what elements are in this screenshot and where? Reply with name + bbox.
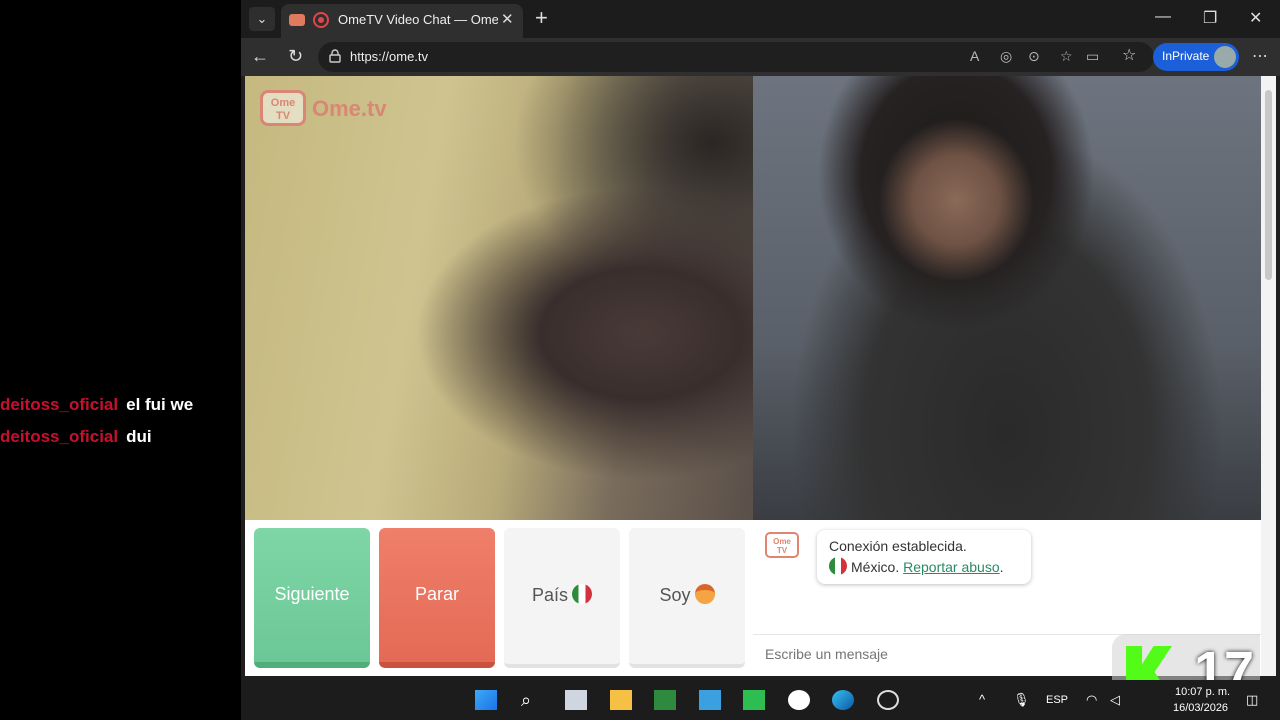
- file-explorer-icon[interactable]: [610, 690, 632, 710]
- gender-button[interactable]: Soy: [629, 528, 745, 668]
- back-button[interactable]: ←: [251, 46, 269, 66]
- photos-icon[interactable]: [699, 690, 721, 710]
- ometv-page: Ome TV Ome.tv Siguiente Parar País Soy O…: [245, 76, 1276, 676]
- new-tab-button[interactable]: +: [535, 6, 548, 30]
- next-button-label: Siguiente: [274, 584, 350, 604]
- inprivate-label: InPrivate: [1162, 49, 1210, 63]
- notepad-plus-icon[interactable]: [654, 690, 676, 710]
- chrome-icon[interactable]: [877, 690, 899, 710]
- ometv-chat-logo-icon: Ome TV: [765, 532, 799, 558]
- local-video: [753, 76, 1261, 520]
- favorite-star-icon[interactable]: ☆: [1060, 48, 1073, 65]
- edge-icon[interactable]: [832, 690, 854, 710]
- chat-username: deitoss_oficial: [0, 427, 119, 446]
- translate-icon[interactable]: A: [970, 48, 979, 64]
- tab-actions-button[interactable]: ⌄: [249, 7, 275, 31]
- language-indicator[interactable]: ESP: [1046, 694, 1068, 706]
- report-abuse-link[interactable]: Reportar abuso: [903, 559, 1000, 575]
- notifications-icon[interactable]: ◫: [1246, 692, 1258, 708]
- chat-username: deitoss_oficial: [0, 395, 119, 414]
- extensions-icon[interactable]: ⊙: [1028, 48, 1040, 65]
- stream-chat-line: deitoss_oficial dui: [0, 427, 152, 447]
- stream-chat-overlay: deitoss_oficial el fui we deitoss_oficial…: [0, 0, 241, 720]
- clock-time[interactable]: 10:07 p. m.: [1175, 686, 1230, 698]
- inprivate-button[interactable]: InPrivate: [1153, 43, 1239, 71]
- game-app-icon[interactable]: [743, 690, 765, 710]
- partner-country: México.: [851, 559, 900, 575]
- country-button-label: País: [531, 585, 569, 605]
- address-bar[interactable]: https://ome.tv A ◎ ⊙ ☆ ▭: [318, 42, 1154, 72]
- search-icon[interactable]: ⌕: [521, 690, 543, 710]
- refresh-button[interactable]: ↻: [288, 46, 303, 66]
- tracking-prevention-icon[interactable]: ◎: [1000, 48, 1012, 65]
- next-button[interactable]: Siguiente: [254, 528, 370, 668]
- stream-chat-line: deitoss_oficial el fui we: [0, 395, 193, 415]
- stop-button-label: Parar: [414, 584, 459, 604]
- volume-icon[interactable]: ◁: [1110, 692, 1120, 708]
- mexico-flag-icon: [572, 584, 593, 604]
- scrollbar-thumb[interactable]: [1265, 90, 1272, 280]
- gender-button-label: Soy: [659, 585, 691, 605]
- mexico-flag-icon: [829, 557, 847, 575]
- tab-ometv[interactable]: OmeTV Video Chat — Omegle ✕: [281, 4, 523, 38]
- tab-bar: ⌄ OmeTV Video Chat — Omegle ✕ + — ❐ ✕: [241, 0, 1280, 38]
- chat-message: dui: [126, 427, 152, 446]
- camera-icon[interactable]: ▭: [1086, 48, 1099, 65]
- start-icon[interactable]: [475, 690, 497, 710]
- page-scrollbar[interactable]: [1261, 76, 1276, 676]
- microphone-icon[interactable]: 🎙: [1013, 692, 1030, 708]
- navigation-bar: ← ↻ https://ome.tv A ◎ ⊙ ☆ ▭ ☆ InPrivate…: [241, 38, 1280, 76]
- url-text: https://ome.tv: [350, 49, 429, 64]
- recording-icon: [313, 12, 329, 28]
- more-menu-icon[interactable]: ⋯: [1252, 46, 1268, 66]
- site-favicon-icon: [289, 14, 305, 26]
- minimize-button[interactable]: —: [1155, 8, 1171, 26]
- browser-window: ⌄ OmeTV Video Chat — Omegle ✕ + — ❐ ✕ ← …: [241, 0, 1280, 680]
- clock-date[interactable]: 16/03/2026: [1173, 702, 1228, 714]
- system-message: Conexión establecida. México. Reportar a…: [817, 530, 1031, 584]
- remote-video: Ome TV Ome.tv: [245, 76, 753, 520]
- boy-icon: [694, 584, 715, 604]
- stop-button[interactable]: Parar: [379, 528, 495, 668]
- lock-icon: [329, 49, 341, 63]
- tv-logo-icon: Ome TV: [260, 90, 306, 126]
- tab-title: OmeTV Video Chat — Omegle: [338, 12, 498, 27]
- restore-button[interactable]: ❐: [1203, 8, 1217, 28]
- wifi-icon[interactable]: ◠: [1086, 692, 1097, 708]
- message-input[interactable]: [765, 643, 1145, 665]
- tab-close-icon[interactable]: ✕: [501, 10, 514, 28]
- taskbar: ⌕ ^ 🎙 ESP ◠ ◁ 10:07 p. m. 16/03/2026 ◫: [241, 680, 1280, 720]
- country-button[interactable]: País: [504, 528, 620, 668]
- profile-avatar-icon: [1214, 46, 1236, 68]
- task-view-icon[interactable]: [565, 690, 587, 710]
- tray-chevron-icon[interactable]: ^: [979, 692, 985, 707]
- connection-status: Conexión establecida.: [829, 538, 967, 554]
- logo-text: Ome.tv: [312, 96, 387, 121]
- favorites-icon[interactable]: ☆: [1122, 46, 1136, 66]
- obs-icon[interactable]: [788, 690, 810, 710]
- chat-message: el fui we: [126, 395, 194, 414]
- close-window-button[interactable]: ✕: [1249, 8, 1262, 28]
